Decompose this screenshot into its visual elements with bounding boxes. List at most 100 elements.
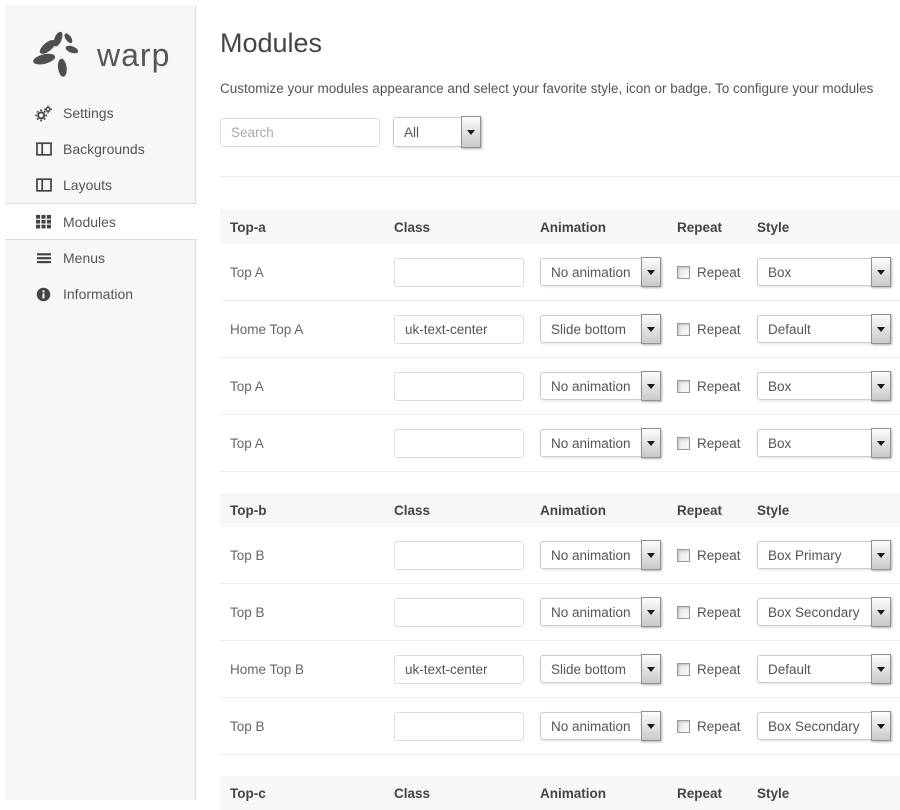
- repeat-checkbox[interactable]: [677, 720, 690, 733]
- chevron-down-icon: [641, 428, 661, 458]
- repeat-checkbox[interactable]: [677, 323, 690, 336]
- style-select-value: Box Primary: [768, 548, 842, 563]
- repeat-checkbox[interactable]: [677, 437, 690, 450]
- sidebar-item-modules[interactable]: Modules: [5, 203, 197, 240]
- module-row: Top B No animation Repeat Box Secondary: [220, 584, 900, 641]
- column-header-class: Class: [394, 786, 540, 801]
- style-select[interactable]: Box: [757, 429, 890, 457]
- class-input[interactable]: [394, 655, 524, 684]
- style-select[interactable]: Box Secondary: [757, 598, 890, 626]
- style-select-value: Default: [768, 322, 811, 337]
- column-header-repeat: Repeat: [677, 503, 757, 518]
- chevron-down-icon: [871, 654, 891, 684]
- animation-select-value: No animation: [551, 436, 631, 451]
- class-input[interactable]: [394, 541, 524, 570]
- repeat-label: Repeat: [697, 605, 741, 620]
- column-header-animation: Animation: [540, 220, 677, 235]
- repeat-checkbox[interactable]: [677, 663, 690, 676]
- style-select[interactable]: Box Secondary: [757, 712, 890, 740]
- module-row: Top A No animation Repeat Box: [220, 415, 900, 472]
- style-select[interactable]: Box: [757, 258, 890, 286]
- column-header-repeat: Repeat: [677, 220, 757, 235]
- chevron-down-icon: [871, 428, 891, 458]
- animation-select-value: No animation: [551, 265, 631, 280]
- module-name: Top A: [220, 379, 394, 394]
- module-row: Top B No animation Repeat Box Secondary: [220, 698, 900, 755]
- sidebar-item-layouts[interactable]: Layouts: [5, 167, 195, 203]
- chevron-down-icon: [641, 711, 661, 741]
- animation-select[interactable]: No animation: [540, 372, 660, 400]
- chevron-down-icon: [871, 540, 891, 570]
- section-title: Top-a: [220, 220, 394, 235]
- module-row: Top A No animation Repeat Box: [220, 358, 900, 415]
- menu-icon: [35, 250, 52, 267]
- style-select-value: Box Secondary: [768, 719, 860, 734]
- module-section-top-c: Top-c Class Animation Repeat Style: [220, 776, 900, 810]
- class-input[interactable]: [394, 258, 524, 287]
- sidebar-item-settings[interactable]: Settings: [5, 95, 195, 131]
- chevron-down-icon: [871, 711, 891, 741]
- style-select[interactable]: Default: [757, 655, 890, 683]
- module-row: Top B No animation Repeat Box Primary: [220, 527, 900, 584]
- animation-select-value: No animation: [551, 605, 631, 620]
- style-select-value: Box: [768, 436, 791, 451]
- animation-select[interactable]: No animation: [540, 258, 660, 286]
- animation-select[interactable]: No animation: [540, 541, 660, 569]
- sidebar-item-backgrounds[interactable]: Backgrounds: [5, 131, 195, 167]
- sidebar-nav: Settings Backgrounds Layouts: [5, 95, 195, 312]
- class-input[interactable]: [394, 429, 524, 458]
- style-select-value: Box: [768, 379, 791, 394]
- module-name: Top A: [220, 436, 394, 451]
- module-name: Top B: [220, 719, 394, 734]
- animation-select-value: Slide bottom: [551, 662, 626, 677]
- chevron-down-icon: [871, 257, 891, 287]
- chevron-down-icon: [461, 116, 481, 148]
- animation-select-value: No animation: [551, 548, 631, 563]
- repeat-label: Repeat: [697, 662, 741, 677]
- module-section-top-b: Top-b Class Animation Repeat Style Top B…: [220, 493, 900, 755]
- sidebar-item-label: Menus: [63, 250, 105, 266]
- filter-select-value: All: [404, 125, 419, 140]
- module-row: Home Top B Slide bottom Repeat Default: [220, 641, 900, 698]
- animation-select-value: No animation: [551, 719, 631, 734]
- column-header-animation: Animation: [540, 503, 677, 518]
- repeat-checkbox[interactable]: [677, 266, 690, 279]
- repeat-checkbox[interactable]: [677, 549, 690, 562]
- repeat-label: Repeat: [697, 548, 741, 563]
- toolbar: All: [220, 117, 900, 147]
- divider: [220, 176, 900, 177]
- class-input[interactable]: [394, 712, 524, 741]
- chevron-down-icon: [871, 597, 891, 627]
- animation-select[interactable]: Slide bottom: [540, 655, 660, 683]
- columns-icon: [35, 141, 52, 158]
- style-select-value: Default: [768, 662, 811, 677]
- sidebar-item-information[interactable]: Information: [5, 276, 195, 312]
- info-icon: [35, 286, 52, 303]
- sidebar-item-menus[interactable]: Menus: [5, 240, 195, 276]
- chevron-down-icon: [641, 540, 661, 570]
- repeat-label: Repeat: [697, 719, 741, 734]
- style-select[interactable]: Box: [757, 372, 890, 400]
- filter-select[interactable]: All: [393, 117, 480, 147]
- class-input[interactable]: [394, 372, 524, 401]
- module-name: Home Top A: [220, 322, 394, 337]
- animation-select[interactable]: No animation: [540, 712, 660, 740]
- class-input[interactable]: [394, 598, 524, 627]
- class-input[interactable]: [394, 315, 524, 344]
- animation-select[interactable]: No animation: [540, 598, 660, 626]
- module-row: Home Top A Slide bottom Repeat Default: [220, 301, 900, 358]
- style-select[interactable]: Default: [757, 315, 890, 343]
- chevron-down-icon: [641, 314, 661, 344]
- search-input[interactable]: [220, 118, 380, 147]
- repeat-checkbox[interactable]: [677, 380, 690, 393]
- animation-select[interactable]: No animation: [540, 429, 660, 457]
- column-header-style: Style: [757, 786, 900, 801]
- repeat-checkbox[interactable]: [677, 606, 690, 619]
- style-select[interactable]: Box Primary: [757, 541, 890, 569]
- module-name: Home Top B: [220, 662, 394, 677]
- sidebar-item-label: Information: [63, 286, 133, 302]
- warp-logo: warp: [32, 29, 195, 81]
- animation-select[interactable]: Slide bottom: [540, 315, 660, 343]
- sidebar-item-label: Layouts: [63, 177, 112, 193]
- module-name: Top A: [220, 265, 394, 280]
